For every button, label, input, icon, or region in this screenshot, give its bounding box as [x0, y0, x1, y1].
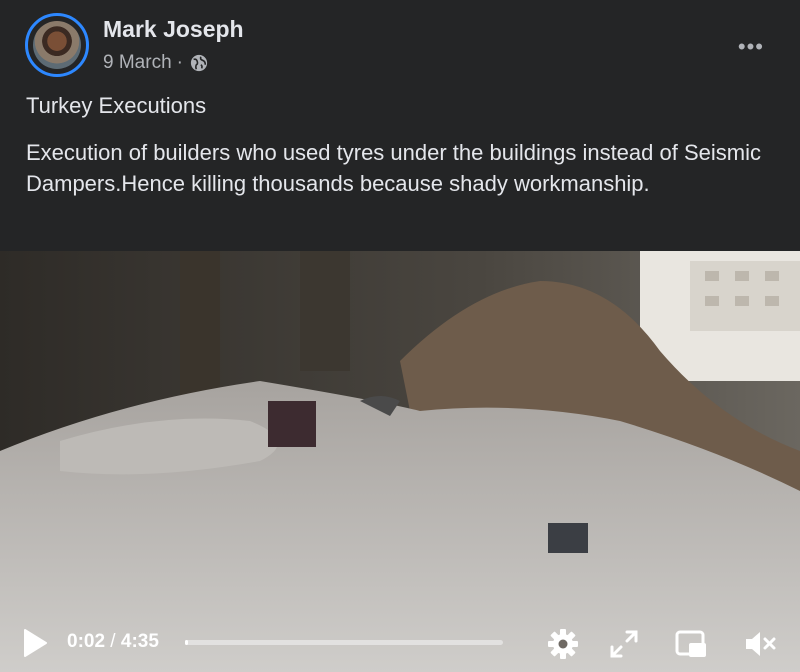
video-time: 0:02 / 4:35 — [67, 631, 159, 653]
play-icon[interactable] — [22, 628, 48, 658]
gear-icon[interactable] — [545, 626, 581, 662]
mute-icon[interactable] — [742, 626, 778, 662]
more-options-button[interactable]: ••• — [738, 34, 764, 60]
current-time: 0:02 — [67, 631, 106, 652]
post-header: Mark Joseph 9 March · ••• — [0, 0, 800, 90]
avatar-photo — [33, 21, 81, 69]
video-controls: 0:02 / 4:35 — [0, 616, 800, 672]
author-name[interactable]: Mark Joseph — [103, 16, 244, 43]
avatar[interactable] — [25, 13, 89, 77]
fullscreen-icon[interactable] — [606, 626, 642, 662]
post-meta: 9 March · — [103, 52, 208, 74]
meta-separator: · — [176, 52, 183, 73]
globe-icon — [190, 54, 208, 72]
pip-icon[interactable] — [673, 626, 709, 662]
progress-bar[interactable] — [185, 640, 503, 645]
post-body: Execution of builders who used tyres und… — [26, 140, 761, 196]
duration: 4:35 — [120, 631, 159, 652]
video-player[interactable]: 0:02 / 4:35 — [0, 251, 800, 672]
post-date[interactable]: 9 March — [103, 52, 172, 74]
time-separator: / — [105, 631, 121, 652]
video-frame — [0, 251, 800, 672]
progress-fill — [185, 640, 189, 645]
post-title: Turkey Executions — [26, 93, 207, 118]
